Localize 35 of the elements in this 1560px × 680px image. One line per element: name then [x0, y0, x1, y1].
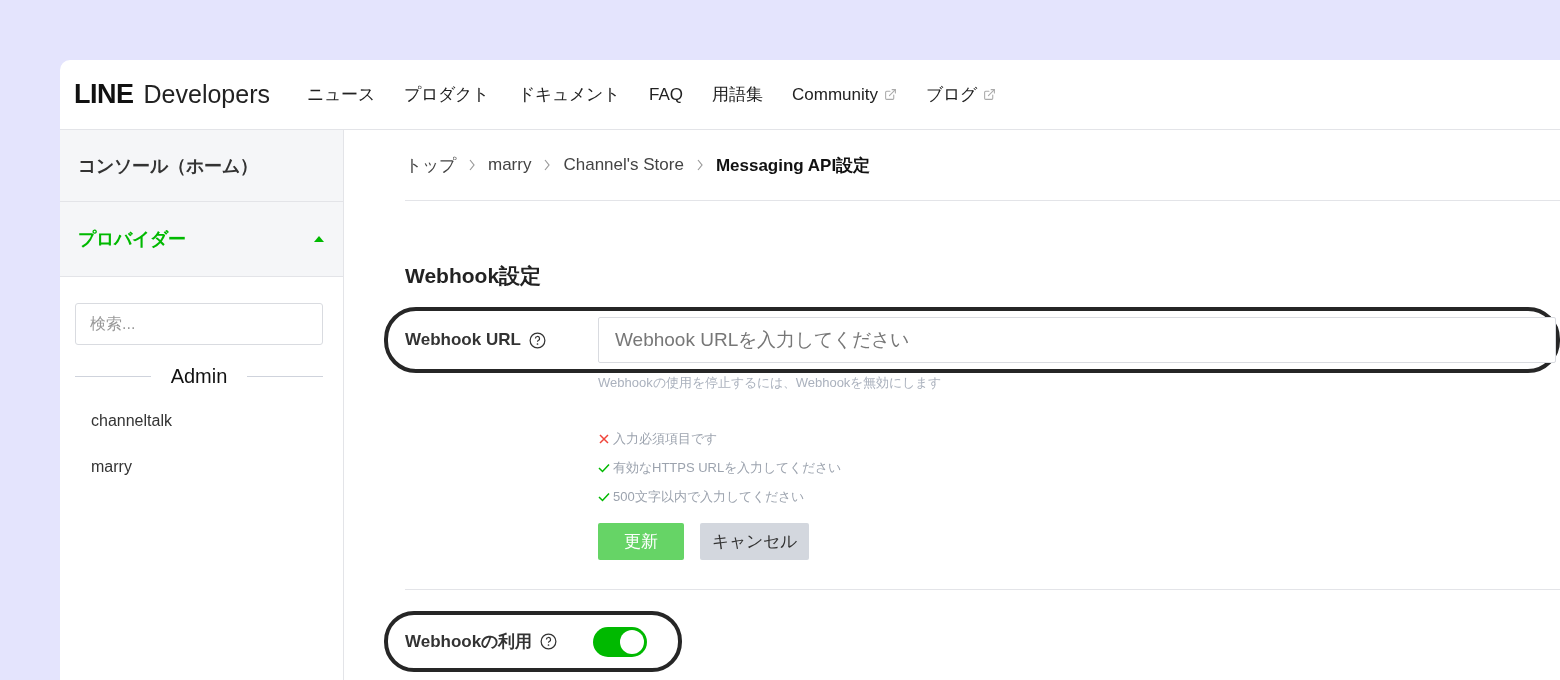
nav-link[interactable]: Community	[792, 84, 897, 105]
sidebar-item[interactable]: channeltalk	[91, 412, 343, 430]
help-icon[interactable]	[528, 331, 546, 349]
external-link-icon	[982, 88, 996, 101]
toggle-switch[interactable]	[593, 626, 648, 657]
validation-text: 500文字以内で入力してください	[613, 488, 804, 506]
field-label: Webhook URL	[405, 330, 521, 350]
breadcrumb-link[interactable]: marry	[488, 155, 532, 175]
nav-link[interactable]: 用語集	[712, 83, 763, 106]
breadcrumb-link[interactable]: Channel's Store	[563, 155, 684, 175]
chevron-icon	[543, 159, 552, 171]
nav-link[interactable]: FAQ	[648, 84, 683, 105]
nav-link[interactable]: ニュース	[306, 83, 375, 106]
nav-link[interactable]: ブログ	[925, 83, 996, 106]
hint-text: Webhookの使用を停止するには、Webhookを無効にします	[598, 374, 943, 392]
section-title: Webhook設定	[405, 263, 543, 289]
group-label: Admin	[170, 365, 228, 388]
help-icon[interactable]	[540, 633, 558, 650]
cancel-button[interactable]: キャンセル	[700, 523, 809, 560]
chevron-icon	[468, 159, 476, 171]
logo[interactable]: LINE Developers	[74, 79, 270, 110]
search-field[interactable]: 検索...	[75, 303, 323, 345]
chevron-icon	[695, 159, 704, 171]
nav-link[interactable]: プロダクト	[403, 83, 489, 106]
sidebar-home-link[interactable]: コンソール（ホーム）	[60, 130, 343, 202]
section-title: プロバイダー	[78, 228, 186, 251]
validation-text: 入力必須項目です	[613, 430, 717, 448]
sidebar-item[interactable]: marry	[91, 458, 343, 476]
breadcrumb-link[interactable]: Messaging API設定	[715, 153, 871, 177]
breadcrumb-link[interactable]: トップ	[405, 153, 456, 177]
webhook-url-field[interactable]: Webhook URLを入力してください	[598, 317, 1556, 363]
field-label: Webhookの利用	[405, 631, 533, 653]
validation-text: 有効なHTTPS URLを入力してください	[613, 459, 842, 477]
external-link-icon	[883, 88, 897, 101]
nav-link[interactable]: ドキュメント	[517, 83, 620, 106]
